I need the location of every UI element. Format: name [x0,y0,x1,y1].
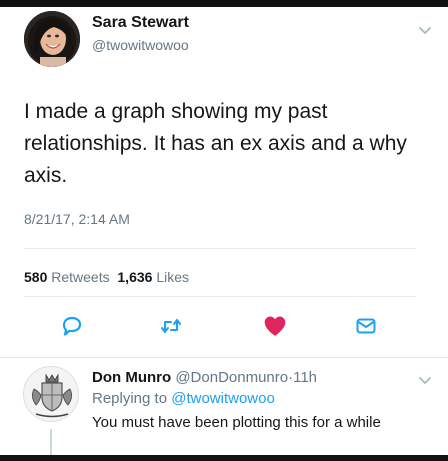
retweets-label: Retweets [51,269,110,285]
author-handle[interactable]: @twowitwowoo [92,37,189,53]
author-avatar[interactable] [24,11,80,67]
reply-author-handle[interactable]: @DonDonmunro [175,369,288,386]
heart-icon [264,316,286,336]
reply-tweet[interactable]: Don Munro @DonDonmunro·11h Replying to @… [0,359,448,455]
direct-message-button[interactable] [353,313,379,339]
main-tweet: Sara Stewart @twowitwowoo I made a graph… [0,7,448,358]
reply-header: Don Munro @DonDonmunro·11h [92,369,317,386]
reply-button[interactable] [59,313,85,339]
reply-text: You must have been plotting this for a w… [92,414,381,431]
likes-count: 1,636 [117,269,153,285]
tweet-actions [0,313,448,343]
tweet-text: I made a graph showing my past relations… [24,100,407,187]
crest-avatar-image [24,367,78,421]
reply-age[interactable]: 11h [293,369,317,386]
tweet-timestamp[interactable]: 8/21/17, 2:14 AM [24,211,130,227]
thread-line [50,429,52,455]
likes-stat[interactable]: 1,636 Likes [117,269,189,285]
retweets-stat[interactable]: 580 Retweets [24,269,110,285]
like-button[interactable] [262,313,288,339]
chevron-down-icon[interactable] [416,371,434,389]
replying-to-handle[interactable]: @twowitwowoo [171,390,275,407]
reply-icon [62,316,82,336]
tweet-stats: 580 Retweets 1,636 Likes [24,269,189,285]
divider [24,248,416,249]
retweets-count: 580 [24,269,48,285]
envelope-icon [356,318,376,334]
author-name[interactable]: Sara Stewart [92,14,189,32]
divider [24,296,416,297]
replying-to-label: Replying to [92,390,168,407]
reply-avatar[interactable] [23,366,79,422]
retweet-button[interactable] [158,313,184,339]
screenshot-frame: Sara Stewart @twowitwowoo I made a graph… [0,0,448,461]
replying-to: Replying to @twowitwowoo [92,390,275,407]
chevron-down-icon[interactable] [416,21,434,39]
reply-author-name[interactable]: Don Munro [92,369,171,386]
author-avatar-image [24,11,80,67]
retweet-icon [161,319,181,333]
likes-label: Likes [156,269,190,285]
